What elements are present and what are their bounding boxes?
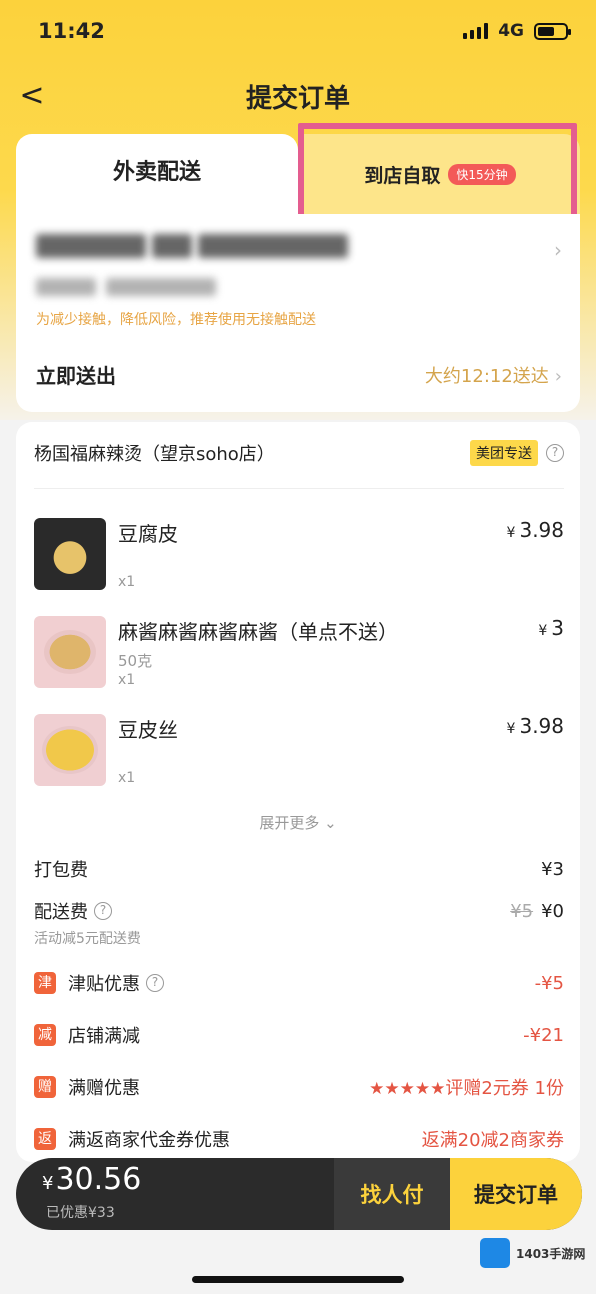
expand-more-button[interactable]: 展开更多 ⌄ — [16, 812, 580, 833]
gift-row: 赠满赠优惠 ★★★★★评赠2元券 1份 — [34, 1074, 564, 1100]
address-line — [36, 234, 348, 258]
home-indicator[interactable] — [192, 1276, 404, 1283]
highlight-annotation — [298, 123, 577, 225]
packing-fee-row: 打包费 ¥3 — [34, 856, 564, 882]
deliver-time: 大约12:12送达 — [424, 365, 549, 387]
contact-line — [36, 278, 216, 296]
help-icon[interactable]: ? — [94, 902, 112, 920]
divider — [34, 488, 564, 489]
delivery-fee-value: ¥0 — [541, 900, 564, 922]
return-icon: 返 — [34, 1128, 56, 1150]
item-name: 麻酱麻酱麻酱麻酱（单点不送） — [118, 620, 398, 644]
subsidy-icon: 津 — [34, 972, 56, 994]
network-label: 4G — [498, 21, 524, 41]
item-spec: 50克 — [118, 652, 153, 670]
tab-delivery[interactable]: 外卖配送 — [16, 134, 298, 214]
deliver-label: 立即送出 — [36, 364, 116, 388]
item-qty: x1 — [118, 672, 136, 688]
help-icon[interactable]: ? — [546, 444, 564, 462]
item-image — [34, 518, 106, 590]
list-item: 豆腐皮 x1 ¥3.98 — [34, 518, 564, 590]
status-bar: 11:42 4G — [38, 16, 571, 46]
delivery-fee-note: 活动减5元配送费 — [34, 931, 141, 947]
gift-icon: 赠 — [34, 1076, 56, 1098]
delivery-fee-original: ¥5 — [510, 900, 534, 922]
gift-label: 满赠优惠 — [68, 1078, 140, 1099]
subsidy-row: 津津贴优惠? -¥5 — [34, 970, 564, 996]
item-name: 豆腐皮 — [118, 522, 178, 546]
status-time: 11:42 — [38, 19, 105, 43]
delivery-fee-row: 配送费? ¥5 ¥0 — [34, 898, 564, 924]
delivery-time-row[interactable]: 立即送出 大约12:12送达 › — [36, 360, 562, 389]
friend-pay-button[interactable]: 找人付 — [334, 1158, 450, 1230]
return-row: 返满返商家代金券优惠 返满20减2商家券 — [34, 1126, 564, 1152]
signal-icon — [463, 23, 489, 39]
address-card[interactable]: › 为减少接触，降低风险，推荐使用无接触配送 立即送出 大约12:12送达 › — [16, 214, 580, 412]
watermark-text: 1403手游网 — [516, 1246, 586, 1261]
subsidy-value: -¥5 — [534, 972, 564, 994]
return-value: 返满20减2商家券 — [421, 1130, 564, 1151]
nav-bar: < 提交订单 — [0, 72, 596, 120]
shop-row: 杨国福麻辣烫（望京soho店） 美团专送 ? — [34, 440, 564, 466]
help-icon[interactable]: ? — [146, 974, 164, 992]
order-card: 杨国福麻辣烫（望京soho店） 美团专送 ? 豆腐皮 x1 ¥3.98 麻酱麻酱… — [16, 422, 580, 1162]
item-image — [34, 714, 106, 786]
return-label: 满返商家代金券优惠 — [68, 1130, 230, 1151]
total-amount: 30.56 — [55, 1162, 142, 1197]
list-item: 豆皮丝 x1 ¥3.98 — [34, 714, 564, 786]
packing-value: ¥3 — [541, 858, 564, 880]
list-item: 麻酱麻酱麻酱麻酱（单点不送） 50克 x1 ¥3 — [34, 616, 564, 688]
chevron-right-icon: › — [554, 238, 562, 262]
gift-value: 评赠2元券 1份 — [445, 1078, 564, 1099]
item-price: 3.98 — [519, 714, 564, 738]
subsidy-label: 津贴优惠 — [68, 974, 140, 995]
reduction-label: 店铺满减 — [68, 1026, 140, 1047]
packing-label: 打包费 — [34, 860, 88, 881]
checkout-bar: ¥30.56 已优惠¥33 找人付 提交订单 — [16, 1158, 582, 1230]
contactless-tip: 为减少接触，降低风险，推荐使用无接触配送 — [36, 312, 316, 328]
watermark-logo-icon — [480, 1238, 510, 1268]
item-price: 3.98 — [519, 518, 564, 542]
delivery-fee-label: 配送费 — [34, 902, 88, 923]
reduction-icon: 减 — [34, 1024, 56, 1046]
reduction-row: 减店铺满减 -¥21 — [34, 1022, 564, 1048]
star-icon: ★★★★★ — [369, 1079, 446, 1099]
submit-order-button[interactable]: 提交订单 — [450, 1158, 582, 1230]
page-title: 提交订单 — [245, 84, 350, 114]
shop-name: 杨国福麻辣烫（望京soho店） — [34, 444, 275, 465]
saved-amount: 已优惠¥33 — [46, 1205, 115, 1221]
item-qty: x1 — [118, 770, 136, 786]
watermark: 1403手游网 — [480, 1238, 585, 1268]
reduction-value: -¥21 — [523, 1024, 564, 1046]
item-image — [34, 616, 106, 688]
item-qty: x1 — [118, 574, 136, 590]
delivery-badge: 美团专送 — [470, 440, 538, 466]
chevron-right-icon: › — [554, 365, 562, 387]
item-price: 3 — [551, 616, 564, 640]
item-name: 豆皮丝 — [118, 718, 178, 742]
battery-icon — [534, 22, 571, 40]
